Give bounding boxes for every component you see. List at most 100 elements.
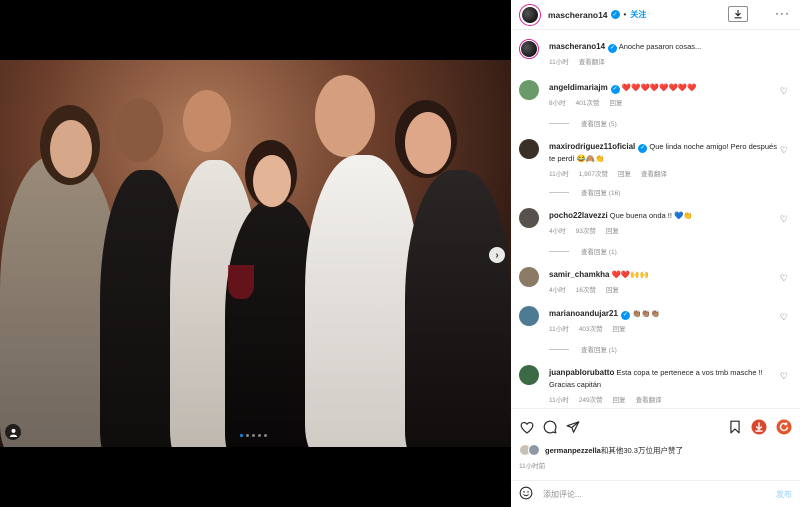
view-replies-label[interactable]: 查看回复 (1) [581, 246, 617, 256]
heart-icon[interactable]: ♡ [780, 86, 788, 97]
share-icon[interactable] [565, 419, 581, 435]
post-username[interactable]: mascherano14 [548, 10, 608, 20]
avatar[interactable] [519, 306, 539, 326]
user-tag-icon[interactable] [5, 424, 21, 440]
comment-likes[interactable]: 401次赞 [576, 98, 600, 110]
view-replies[interactable]: 查看回复 (5) [549, 118, 617, 128]
reply-button[interactable]: 回复 [613, 395, 626, 407]
carousel-dot [252, 434, 255, 437]
post-button[interactable]: 发布 [776, 489, 792, 500]
reply-button[interactable]: 回复 [618, 169, 631, 181]
heart-icon[interactable]: ♡ [780, 273, 788, 284]
caption-time: 11小时 [549, 59, 569, 66]
comment-likes[interactable]: 249次赞 [579, 395, 603, 407]
avatar[interactable] [519, 3, 541, 26]
comment-bar: 发布 [511, 480, 800, 507]
view-replies[interactable]: 查看回复 (1) [549, 246, 617, 256]
carousel-dots [240, 434, 267, 437]
list-item: maxirodriguez11oficial ✓ Que linda noche … [519, 139, 794, 209]
separator-dot: • [623, 10, 627, 19]
heart-icon[interactable]: ♡ [780, 312, 788, 323]
verified-icon: ✓ [610, 10, 620, 19]
comment-time: 4小时 [549, 228, 566, 235]
comment-username[interactable]: maxirodriguez11oficial [549, 142, 635, 151]
avatar[interactable] [519, 139, 539, 159]
caption-text: Anoche pasaron cosas... [618, 42, 702, 51]
avatar [528, 444, 540, 456]
list-item: samir_chamkha ❤️❤️🙌🙌 4小时 16次赞 回复 ♡ [519, 267, 794, 307]
post-photo[interactable] [0, 60, 511, 447]
list-item: pocho22lavezzi Que buena onda !! 💙👏 4小时 9… [519, 208, 794, 268]
comment-input[interactable] [543, 489, 763, 499]
reply-button[interactable]: 回复 [613, 324, 626, 336]
translate-link[interactable]: 查看翻译 [636, 395, 662, 407]
translate-link[interactable]: 查看翻译 [579, 57, 605, 69]
view-replies-label[interactable]: 查看回复 (16) [581, 187, 620, 197]
bookmark-icon[interactable] [727, 419, 743, 435]
download-icon[interactable] [728, 6, 748, 22]
view-replies[interactable]: 查看回复 (16) [549, 187, 620, 197]
emoji-icon[interactable] [519, 486, 533, 502]
carousel-dot [246, 434, 249, 437]
comments-list[interactable]: mascherano14 ✓ Anoche pasaron cosas... 11… [511, 31, 800, 407]
comment-likes[interactable]: 93次赞 [576, 226, 596, 238]
comment-likes[interactable]: 1,907次赞 [579, 169, 608, 181]
avatar[interactable] [519, 267, 539, 287]
comment-time: 11小时 [549, 171, 569, 178]
translate-link[interactable]: 查看翻译 [641, 169, 667, 181]
list-item: marianoandujar21 ✓ 👏🏽👏🏽👏🏽 11小时 403次赞 回复 ♡ 查… [519, 306, 794, 366]
comment-text: ❤️❤️❤️❤️❤️❤️❤️❤️ [621, 83, 697, 92]
comment-text: ❤️❤️🙌🙌 [611, 270, 649, 279]
likes-user[interactable]: germanpezzella [545, 446, 601, 455]
comment-time: 11小时 [549, 397, 569, 404]
comment-username[interactable]: juanpablorubatto [549, 368, 614, 377]
avatar[interactable] [519, 208, 539, 228]
comment-icon[interactable] [542, 419, 558, 435]
media-panel: › [0, 0, 511, 507]
heart-icon[interactable] [519, 419, 535, 435]
follow-button[interactable]: 关注 [630, 9, 646, 20]
verified-icon: ✓ [610, 84, 620, 94]
download-icon[interactable] [751, 419, 767, 435]
avatar[interactable] [519, 80, 539, 100]
list-item: angeldimariajm ✓ ❤️❤️❤️❤️❤️❤️❤️❤️ 8小时 401次… [519, 80, 794, 140]
post-time: 11小时前 [519, 463, 546, 470]
more-icon[interactable]: ··· [775, 7, 790, 19]
post-actions [511, 408, 800, 444]
verified-icon: ✓ [620, 310, 630, 320]
carousel-dot [264, 434, 267, 437]
avatar[interactable] [519, 365, 539, 385]
comment-time: 11小时 [549, 326, 569, 333]
caption-username[interactable]: mascherano14 [549, 42, 605, 51]
comment-username[interactable]: angeldimariajm [549, 83, 608, 92]
avatar[interactable] [519, 39, 539, 59]
reply-button[interactable]: 回复 [606, 285, 619, 297]
heart-icon[interactable]: ♡ [780, 145, 788, 156]
reply-button[interactable]: 回复 [609, 98, 622, 110]
verified-icon: ✓ [638, 143, 648, 153]
carousel-dot [240, 434, 243, 437]
view-replies[interactable]: 查看回复 (1) [549, 344, 617, 354]
comment-likes[interactable]: 403次赞 [579, 324, 603, 336]
verified-icon: ✓ [608, 43, 618, 53]
carousel-dot [258, 434, 261, 437]
comment-username[interactable]: samir_chamkha [549, 270, 609, 279]
comment-time: 4小时 [549, 287, 566, 294]
next-arrow-icon[interactable]: › [489, 247, 505, 263]
post-sidebar: mascherano14 ✓ • 关注 ··· mascherano14 ✓ An… [511, 0, 800, 507]
caption: mascherano14 ✓ Anoche pasaron cosas... 11… [519, 39, 794, 73]
view-replies-label[interactable]: 查看回复 (5) [581, 118, 617, 128]
comment-text: Que buena onda !! 💙👏 [609, 211, 693, 220]
comment-username[interactable]: marianoandujar21 [549, 309, 618, 318]
comment-likes[interactable]: 16次赞 [576, 285, 596, 297]
reply-button[interactable]: 回复 [606, 226, 619, 238]
heart-icon[interactable]: ♡ [780, 214, 788, 225]
refresh-icon[interactable] [776, 419, 792, 435]
comment-text: 👏🏽👏🏽👏🏽 [632, 309, 661, 318]
heart-icon[interactable]: ♡ [780, 371, 788, 382]
likes-count[interactable]: 和其他30.3万位用户赞了 [601, 446, 683, 455]
list-item: juanpablorubatto Esta copa te pertenece … [519, 365, 794, 407]
likes-summary[interactable]: germanpezzella和其他30.3万位用户赞了 [519, 444, 683, 456]
comment-username[interactable]: pocho22lavezzi [549, 211, 608, 220]
view-replies-label[interactable]: 查看回复 (1) [581, 344, 617, 354]
